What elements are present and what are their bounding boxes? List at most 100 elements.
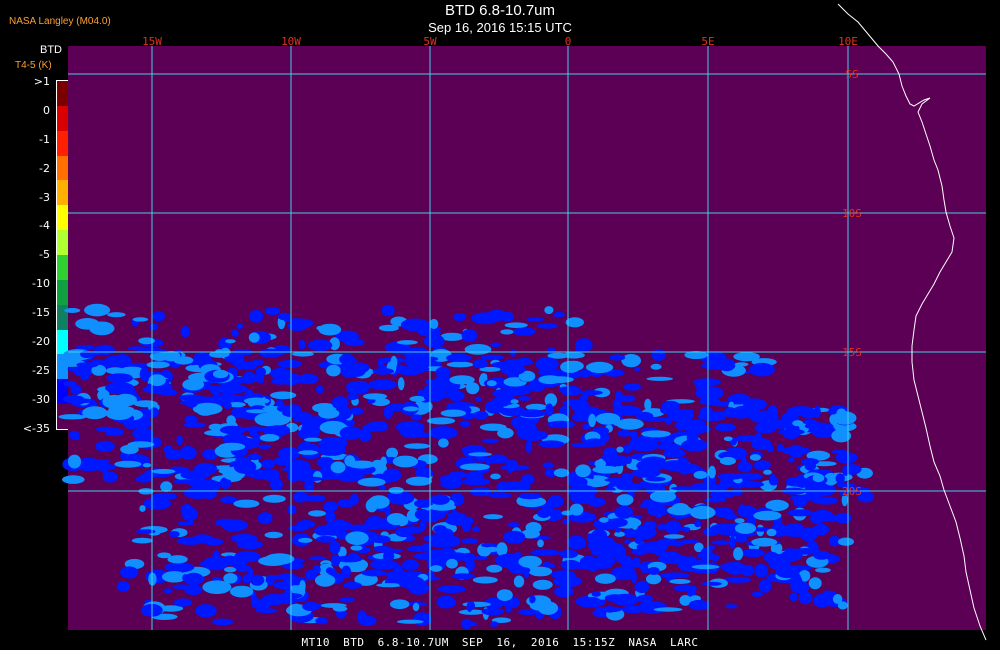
cloud-patch [433, 524, 447, 534]
cloud-patch [530, 549, 560, 556]
cloud-patch [763, 469, 772, 475]
cloud-patch [152, 468, 176, 474]
cloud-patch [790, 580, 810, 594]
cloud-patch [314, 574, 336, 587]
cloud-patch [396, 619, 424, 624]
cloud-patch [273, 456, 292, 466]
cloud-patch [362, 393, 388, 400]
cloud-patch [725, 604, 738, 609]
cloud-patch [453, 313, 467, 321]
cloud-patch [302, 601, 320, 612]
cloud-patch [332, 519, 346, 530]
cloud-patch [723, 576, 752, 583]
cloud-patch [203, 538, 224, 546]
cloud-patch [708, 544, 715, 551]
cloud-patch [617, 430, 633, 437]
cloud-patch [180, 326, 190, 338]
cloud-patch [792, 420, 804, 427]
cloud-patch [335, 555, 363, 563]
cloud-patch [757, 564, 768, 572]
cloud-patch [308, 510, 326, 517]
cloud-patch [559, 549, 578, 559]
cloud-patch [547, 495, 564, 508]
cloud-patch [212, 369, 229, 379]
cloud-patch [151, 492, 178, 501]
cloud-patch [257, 512, 273, 525]
cloud-patch [532, 579, 553, 590]
cloud-patch [326, 364, 341, 377]
cloud-patch [734, 522, 757, 534]
cloud-patch [462, 520, 471, 533]
cloud-patch [110, 374, 130, 382]
cloud-patch [513, 327, 536, 336]
cloud-patch [252, 359, 264, 366]
cloud-patch [490, 621, 499, 627]
cloud-patch [694, 378, 709, 391]
cloud-patch [287, 505, 297, 515]
cloud-patch [387, 491, 415, 505]
cloud-patch [446, 353, 472, 362]
cloud-patch [357, 610, 367, 624]
satellite-map: 15W 10W 5W 0 5E 10E 5S 10S 15S 20S [56, 3, 987, 641]
cloud-patch [308, 556, 327, 561]
cloud-patch [537, 539, 544, 548]
cloud-patch [787, 477, 802, 483]
cloud-patch [693, 470, 708, 479]
cloud-patch [634, 366, 641, 372]
cloud-patch [329, 540, 341, 555]
cloud-patch [578, 369, 592, 378]
cloud-patch [398, 576, 425, 589]
cloud-patch [218, 442, 246, 451]
cloud-patch [84, 303, 111, 317]
cloud-patch [583, 438, 606, 447]
cloud-patch [94, 344, 115, 356]
cloud-patch [223, 401, 232, 409]
cloud-patch [182, 507, 198, 522]
cloud-patch [475, 396, 482, 402]
cloud-patch [380, 456, 387, 467]
cloud-patch [301, 417, 316, 429]
cloud-patch [390, 573, 398, 579]
cloud-patch [76, 362, 99, 368]
cloud-patch [102, 394, 126, 409]
cloud-patch [429, 318, 439, 330]
cloud-patch [133, 400, 158, 408]
cloud-patch [136, 529, 156, 534]
cloud-patch [804, 460, 816, 471]
cloud-patch [525, 440, 533, 454]
cloud-patch [298, 450, 318, 455]
latitude-label: 5S [845, 68, 858, 81]
cloud-patch [270, 367, 292, 379]
cloud-patch [387, 403, 406, 412]
cloud-patch [808, 577, 822, 590]
cloud-patch [676, 457, 690, 471]
cloud-patch [651, 349, 666, 361]
cloud-patch [708, 465, 716, 479]
cloud-patch [538, 375, 562, 385]
cloud-patch [162, 351, 181, 362]
cloud-patch [535, 357, 559, 371]
cloud-patch [390, 355, 398, 370]
cloud-patch [607, 370, 620, 377]
cloud-patch [368, 421, 388, 428]
cloud-patch [378, 324, 399, 332]
cloud-patch [538, 440, 565, 448]
longitude-label: 5E [701, 35, 714, 48]
cloud-patch [813, 550, 831, 560]
cloud-patch [812, 473, 825, 483]
cloud-patch [473, 410, 489, 420]
cloud-patch [428, 426, 458, 440]
cloud-patch [614, 505, 634, 519]
cloud-patch [152, 311, 165, 322]
cloud-patch [236, 323, 244, 330]
cloud-patch [347, 383, 368, 388]
cloud-patch [438, 438, 449, 448]
cloud-patch [120, 566, 139, 579]
cloud-patch [739, 481, 764, 488]
cloud-patch [348, 460, 375, 469]
cloud-patch [717, 358, 736, 372]
cloud-patch [544, 306, 554, 315]
cloud-patch [211, 394, 232, 403]
cloud-patch [386, 513, 406, 526]
cloud-patch [697, 551, 714, 560]
